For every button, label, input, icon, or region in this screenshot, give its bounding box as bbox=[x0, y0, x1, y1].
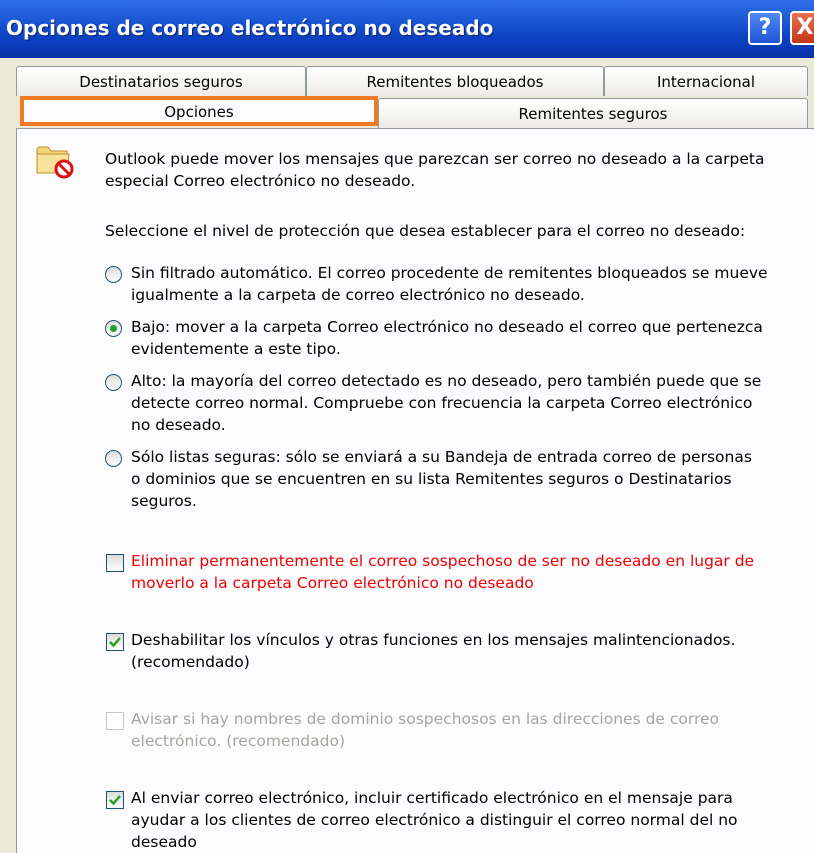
tab-opciones[interactable]: Opciones bbox=[20, 96, 378, 126]
radio-bajo[interactable] bbox=[105, 320, 122, 337]
checkbox-label-line: Al enviar correo electrónico, incluir ce… bbox=[131, 789, 733, 807]
checkbox-label-line: moverlo a la carpeta Correo electrónico … bbox=[131, 574, 534, 592]
radio-solo-listas-seguras[interactable] bbox=[105, 450, 122, 467]
checkbox-label-line: ayudar a los clientes de correo electrón… bbox=[131, 811, 738, 829]
radio-label-line: Bajo: mover a la carpeta Correo electrón… bbox=[131, 318, 763, 336]
radio-sin-filtrado[interactable] bbox=[105, 266, 122, 283]
checkbox-avisar-dominios bbox=[106, 712, 124, 730]
checkbox-deshabilitar-vinculos[interactable] bbox=[106, 633, 124, 651]
radio-label-line: no deseado. bbox=[131, 416, 226, 434]
checkbox-eliminar-permanentemente[interactable] bbox=[106, 554, 124, 572]
radio-label-line: detecte correo normal. Compruebe con fre… bbox=[131, 394, 753, 412]
intro-line-1: Outlook puede mover los mensajes que par… bbox=[105, 150, 765, 168]
checkbox-label-line: Eliminar permanentemente el correo sospe… bbox=[131, 552, 755, 570]
window-title: Opciones de correo electrónico no desead… bbox=[6, 16, 494, 40]
tab-internacional[interactable]: Internacional bbox=[604, 66, 808, 96]
junk-folder-icon bbox=[36, 146, 74, 179]
checkbox-label-line: (recomendado) bbox=[131, 653, 250, 671]
tab-strip: Destinatarios seguros Remitentes bloquea… bbox=[0, 58, 814, 128]
help-button[interactable]: ? bbox=[748, 11, 782, 45]
radio-label-line: o dominios que se encuentren en su lista… bbox=[131, 470, 732, 488]
intro-line-2: especial Correo electrónico no deseado. bbox=[105, 172, 416, 190]
tab-remitentes-bloqueados[interactable]: Remitentes bloqueados bbox=[306, 66, 604, 96]
radio-label-line: igualmente a la carpeta de correo electr… bbox=[131, 286, 585, 304]
checkbox-label-line: deseado bbox=[131, 833, 197, 851]
checkbox-label-line: electrónico. (recomendado) bbox=[131, 732, 345, 750]
checkbox-label-line: Deshabilitar los vínculos y otras funcio… bbox=[131, 631, 736, 649]
radio-label-line: Alto: la mayoría del correo detectado es… bbox=[131, 372, 762, 390]
radio-label-line: seguros. bbox=[131, 492, 197, 510]
tab-destinatarios-seguros[interactable]: Destinatarios seguros bbox=[16, 66, 306, 96]
radio-label-line: Sólo listas seguras: sólo se enviará a s… bbox=[131, 448, 752, 466]
radio-selected-dot bbox=[110, 325, 117, 332]
radio-label-line: evidentemente a este tipo. bbox=[131, 340, 341, 358]
title-bar: Opciones de correo electrónico no desead… bbox=[0, 0, 814, 58]
radio-alto[interactable] bbox=[105, 374, 122, 391]
tab-remitentes-seguros[interactable]: Remitentes seguros bbox=[378, 98, 808, 128]
close-button[interactable]: X bbox=[790, 11, 814, 45]
check-mark-icon bbox=[109, 637, 121, 648]
check-mark-icon bbox=[109, 795, 121, 806]
checkbox-label-line: Avisar si hay nombres de dominio sospech… bbox=[131, 710, 720, 728]
radio-label-line: Sin filtrado automático. El correo proce… bbox=[131, 264, 768, 282]
protection-prompt: Seleccione el nivel de protección que de… bbox=[105, 222, 746, 240]
checkbox-incluir-certificado[interactable] bbox=[106, 791, 124, 809]
options-panel: Outlook puede mover los mensajes que par… bbox=[16, 128, 814, 853]
